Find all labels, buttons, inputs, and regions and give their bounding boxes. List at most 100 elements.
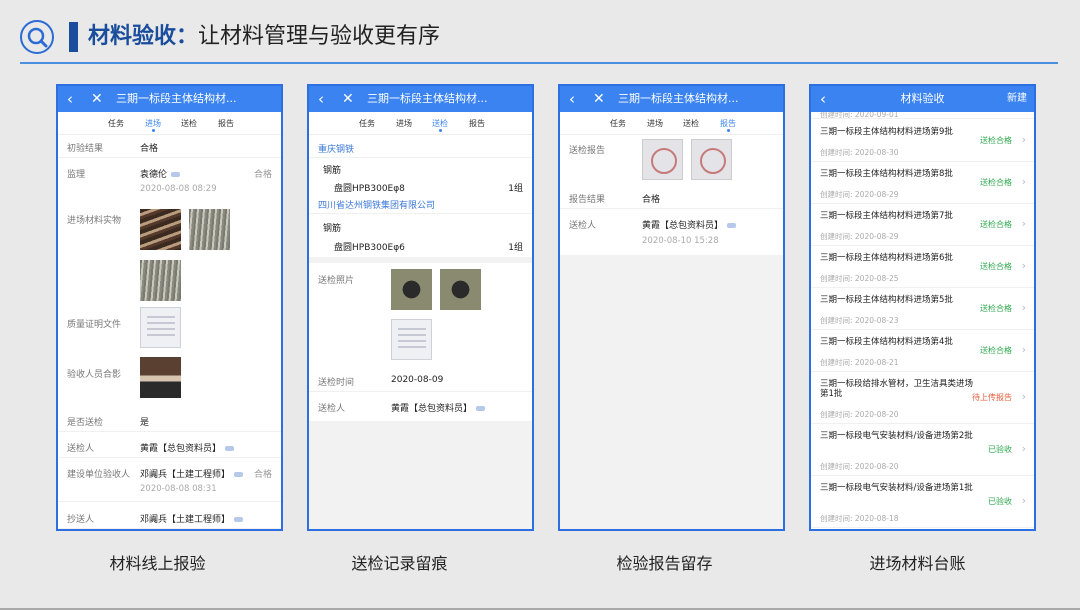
spec-1: 盘圆HPB300Eφ8 [334,184,405,194]
nav-title: 三期一标段主体结构材... [367,92,488,105]
tab-send-inspect[interactable]: 送检 [432,118,448,129]
status-badge: 送检合格 [980,178,1012,187]
entry-photo-3[interactable] [140,260,181,301]
list-item[interactable]: 三期一标段主体结构材料进场第8批 创建时间: 2020-08-29 送检合格 › [811,161,1034,204]
tab-report[interactable]: 报告 [720,118,736,129]
status-badge: 已验收 [988,497,1012,506]
search-icon [20,20,54,54]
divider [58,431,281,432]
quality-doc-photo[interactable] [140,307,181,348]
message-icon[interactable] [727,223,737,228]
sender-value: 黄霞【总包资料员】 [391,401,486,414]
chevron-right-icon: › [1021,133,1026,146]
back-icon[interactable]: ‹ [67,86,73,112]
list-item[interactable]: 三期一标段主体结构材料进场第6批 创建时间: 2020-08-25 送检合格 › [811,245,1034,288]
chevron-right-icon: › [1021,175,1026,188]
message-icon[interactable] [234,472,244,477]
chevron-right-icon: › [1021,259,1026,272]
tab-report[interactable]: 报告 [469,118,485,129]
cc-value-text: 邓阗兵【土建工程师】 [140,515,231,525]
tab-task[interactable]: 任务 [108,118,124,129]
close-icon[interactable]: ✕ [342,86,354,112]
supplier-2[interactable]: 四川省达州钢铁集团有限公司 [318,198,435,211]
message-icon[interactable] [234,517,244,522]
list-item-title: 三期一标段主体结构材料进场第8批 [820,169,953,179]
phone-screen-ledger: ‹ 材料验收 新建 创建时间: 2020-09-01 三期一标段主体结构材料进场… [809,84,1036,531]
supplier-1[interactable]: 重庆钢铁 [318,142,354,155]
message-icon[interactable] [225,446,235,451]
status-badge: 送检合格 [980,346,1012,355]
list-item[interactable]: 三期一标段主体结构材料进场第5批 创建时间: 2020-08-23 送检合格 › [811,287,1034,330]
list-item-title: 三期一标段电气安装材料/设备进场第2批 [820,431,973,441]
list-item-time: 创建时间: 2020-08-20 [820,410,899,419]
tab-entry[interactable]: 进场 [647,118,663,129]
status-badge: 已验收 [988,445,1012,454]
header-divider [20,62,1058,64]
list-item-time: 创建时间: 2020-08-25 [820,274,899,283]
tab-send-inspect[interactable]: 送检 [683,118,699,129]
close-icon[interactable]: ✕ [91,86,103,112]
divider [309,157,532,158]
list-item[interactable]: 三期一标段电气安装材料/设备进场第1批 创建时间: 2020-08-18 已验收 › [811,475,1034,528]
list-item[interactable]: 三期一标段电气安装材料/设备进场第2批 创建时间: 2020-08-20 已验收 › [811,423,1034,476]
entry-photo-2[interactable] [189,209,230,250]
caption-report-keep: 检验报告留存 [616,554,713,573]
tab-task[interactable]: 任务 [610,118,626,129]
status-badge: 送检合格 [980,136,1012,145]
back-icon[interactable]: ‹ [569,86,575,112]
tab-entry[interactable]: 进场 [145,118,161,129]
tab-task[interactable]: 任务 [359,118,375,129]
qty-1: 1组 [508,184,523,194]
list-item[interactable]: 三期一标段给排水管材，卫生洁具类进场第1批 创建时间: 2020-08-20 待上传… [811,371,1034,424]
chevron-right-icon: › [1021,390,1026,403]
sender-label: 送检人 [318,404,346,414]
message-icon[interactable] [171,172,181,177]
new-button[interactable]: 新建 [1007,86,1027,112]
tab-bar: 任务 进场 送检 报告 [560,112,783,135]
supervisor-label: 监理 [67,170,86,180]
tab-entry[interactable]: 进场 [396,118,412,129]
entry-photo-1[interactable] [140,209,181,250]
bottom-gap [58,528,281,529]
phone-screen-report: ‹ ✕ 三期一标段主体结构材... 任务 进场 送检 报告 送检报告 报告结果 … [558,84,785,531]
list-item-time: 创建时间: 2020-08-23 [820,316,899,325]
spec-2: 盘圆HPB300Eφ6 [334,243,405,253]
list-item-title: 三期一标段给排水管材，卫生洁具类进场第1批 [820,379,974,399]
inspect-photo-1[interactable] [391,269,432,310]
list-item[interactable]: 三期一标段主体结构材料进场第9批 创建时间: 2020-08-30 送检合格 › [811,119,1034,162]
result-value: 合格 [642,195,661,205]
entry-photos-label: 进场材料实物 [67,216,122,226]
caption-online-inspection: 材料线上报验 [109,554,206,573]
inspect-photo-2[interactable] [440,269,481,310]
cc-label: 抄送人 [67,515,95,525]
tab-send-inspect[interactable]: 送检 [181,118,197,129]
tab-bar: 任务 进场 送检 报告 [58,112,281,135]
page-title-bold: 材料验收： [88,24,199,49]
list-item-title: 三期一标段主体结构材料进场第9批 [820,127,953,137]
back-icon[interactable]: ‹ [318,86,324,112]
divider [560,208,783,209]
quality-doc-label: 质量证明文件 [67,320,122,330]
sender-label: 送检人 [569,221,597,231]
list-item-time: 创建时间: 2020-08-18 [820,514,899,523]
close-icon[interactable]: ✕ [593,86,605,112]
list-item-title: 三期一标段主体结构材料进场第5批 [820,295,953,305]
list-item-time: 创建时间: 2020-08-20 [820,462,899,471]
nav-title: 材料验收 [900,92,945,105]
message-icon[interactable] [476,406,486,411]
list-item[interactable]: 三期一标段主体结构材料进场第7批 创建时间: 2020-08-29 送检合格 › [811,203,1034,246]
report-photo-2[interactable] [691,139,732,180]
list-item-title: 三期一标段电气安装材料/设备进场第1批 [820,483,973,493]
empty-area [309,421,532,529]
sender-value-text: 黄霞【总包资料员】 [391,404,473,414]
status-badge: 送检合格 [980,220,1012,229]
tab-report[interactable]: 报告 [218,118,234,129]
inspect-photo-3[interactable] [391,319,432,360]
navbar: ‹ ✕ 三期一标段主体结构材... [560,86,783,112]
divider [58,157,281,158]
page-title: 材料验收：让材料管理与验收更有序 [88,22,440,52]
report-photo-1[interactable] [642,139,683,180]
cc-value: 邓阗兵【土建工程师】 [140,512,244,525]
group-photo[interactable] [140,357,181,398]
list-item[interactable]: 三期一标段主体结构材料进场第4批 创建时间: 2020-08-21 送检合格 › [811,329,1034,372]
